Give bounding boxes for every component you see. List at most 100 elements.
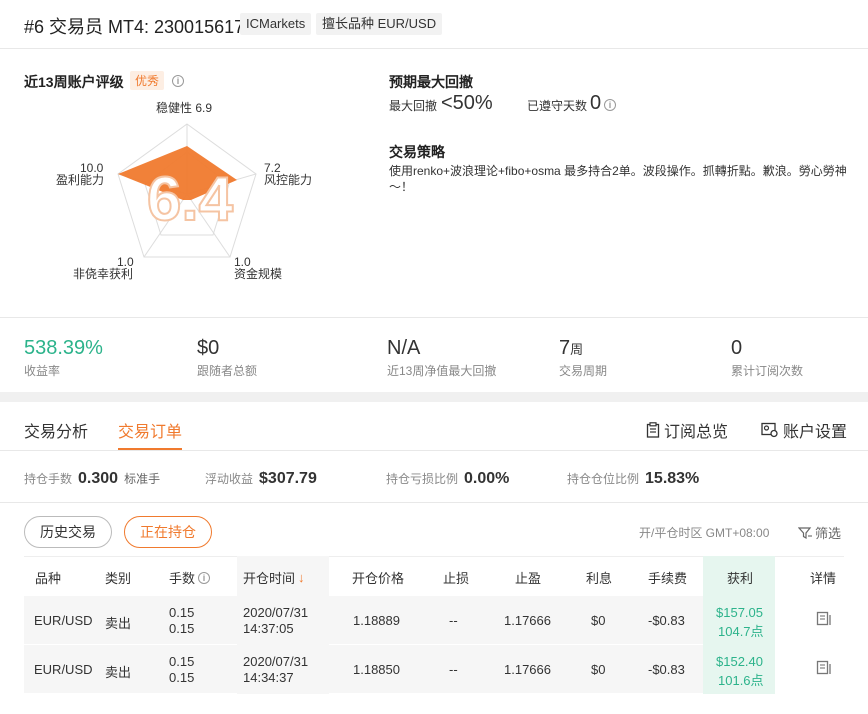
table-row[interactable]: EUR/USD 卖出 0.15 0.15 2020/07/31 14:34:37… bbox=[24, 645, 844, 693]
history-trades-button[interactable]: 历史交易 bbox=[24, 516, 112, 548]
days-label: 已遵守天数 bbox=[527, 99, 588, 113]
cell-points: 101.6点 bbox=[718, 673, 764, 688]
account-settings-icon bbox=[761, 422, 778, 438]
section-spacer bbox=[0, 392, 868, 402]
summary-float: 浮动收益 $307.79 bbox=[205, 470, 317, 488]
summary-lots: 持仓手数 0.300 标准手 bbox=[24, 470, 160, 488]
timezone-label[interactable]: 开/平仓时区 GMT+08:00 bbox=[639, 524, 769, 541]
max-drawdown-label: 最大回撤 bbox=[389, 99, 438, 113]
stat-return-value: 538.39% bbox=[24, 337, 103, 359]
cell-tp: 1.17666 bbox=[504, 662, 551, 677]
summary-divider bbox=[0, 502, 868, 503]
cell-date: 2020/07/31 bbox=[243, 654, 309, 669]
cell-tp: 1.17666 bbox=[504, 613, 551, 628]
cell-lots-secondary: 0.15 bbox=[169, 621, 195, 636]
open-positions-button[interactable]: 正在持仓 bbox=[124, 516, 212, 548]
col-lots[interactable]: 手数 i bbox=[169, 568, 211, 587]
filter-label: 筛选 bbox=[815, 526, 842, 541]
col-open-time[interactable]: 开仓时间 ↓ bbox=[243, 568, 305, 587]
drawdown-title: 预期最大回撤 bbox=[389, 74, 473, 90]
cell-symbol: EUR/USD bbox=[34, 662, 93, 677]
tab-orders[interactable]: 交易订单 bbox=[118, 418, 182, 442]
broker-tag: ICMarkets bbox=[240, 13, 312, 35]
rating-badge: 优秀 bbox=[130, 71, 165, 90]
stat-return-label: 收益率 bbox=[24, 364, 61, 378]
col-profit[interactable]: 获利 bbox=[727, 568, 753, 587]
col-tp[interactable]: 止盈 bbox=[515, 568, 541, 587]
axis-label-nonluck: 非侥幸获利 bbox=[73, 267, 134, 281]
detail-icon[interactable] bbox=[816, 660, 832, 676]
radar-score: 6.4 bbox=[147, 165, 234, 234]
col-swap[interactable]: 利息 bbox=[586, 568, 612, 587]
float-value: $307.79 bbox=[259, 470, 317, 487]
cell-fee: -$0.83 bbox=[648, 613, 685, 628]
stat-subscriptions-value: 0 bbox=[731, 337, 743, 359]
cell-type: 卖出 bbox=[105, 665, 132, 680]
col-open-time-label: 开仓时间 bbox=[243, 571, 296, 586]
lots-label: 持仓手数 bbox=[24, 472, 73, 486]
page-title: #6 交易员 MT4: 230015617 bbox=[24, 17, 245, 37]
cell-price: 1.18850 bbox=[353, 662, 400, 677]
position-value: 15.83% bbox=[645, 470, 700, 487]
col-detail: 详情 bbox=[810, 571, 837, 586]
tabs-divider bbox=[0, 450, 868, 451]
strategy-text: 使用renko+波浪理论+fibo+osma 最多持合2单。波段操作。抓轉折點。… bbox=[389, 164, 847, 194]
summary-loss: 持仓亏损比例 0.00% bbox=[386, 470, 509, 488]
cell-type: 卖出 bbox=[105, 616, 132, 631]
stat-followers-value: $0 bbox=[197, 337, 220, 359]
account-settings-label: 账户设置 bbox=[783, 424, 848, 441]
cell-symbol: EUR/USD bbox=[34, 613, 93, 628]
cell-lots: 0.15 bbox=[169, 654, 195, 669]
subscribe-overview-button[interactable]: 订阅总览 bbox=[646, 418, 728, 442]
detail-icon[interactable] bbox=[816, 611, 832, 627]
section-divider bbox=[0, 317, 868, 318]
axis-label-stability: 稳健性 6.9 bbox=[156, 101, 213, 115]
filter-icon bbox=[798, 526, 812, 539]
header-divider bbox=[0, 48, 868, 49]
cell-lots: 0.15 bbox=[169, 605, 195, 620]
col-type[interactable]: 类别 bbox=[105, 568, 131, 587]
col-sl[interactable]: 止损 bbox=[443, 568, 469, 587]
axis-label-profit: 盈利能力 bbox=[56, 173, 105, 187]
col-open-price[interactable]: 开仓价格 bbox=[352, 568, 404, 587]
cell-swap: $0 bbox=[591, 662, 606, 677]
cell-profit: $152.40 bbox=[716, 654, 763, 669]
specialty-tag: 擅长品种 EUR/USD bbox=[316, 13, 443, 35]
loss-label: 持仓亏损比例 bbox=[386, 472, 459, 486]
loss-value: 0.00% bbox=[464, 470, 510, 487]
days-value: 0 bbox=[590, 92, 602, 114]
table-row[interactable]: EUR/USD 卖出 0.15 0.15 2020/07/31 14:37:05… bbox=[24, 596, 844, 644]
rating-title: 近13周账户评级 bbox=[24, 74, 124, 90]
info-icon[interactable]: i bbox=[198, 571, 211, 584]
cell-time: 14:34:37 bbox=[243, 670, 294, 685]
position-label: 持仓仓位比例 bbox=[567, 472, 640, 486]
strategy-title: 交易策略 bbox=[389, 144, 445, 160]
cell-swap: $0 bbox=[591, 613, 606, 628]
cell-profit: $157.05 bbox=[716, 605, 763, 620]
cell-sl: -- bbox=[449, 613, 458, 628]
max-drawdown-value: <50% bbox=[441, 92, 493, 114]
cell-time: 14:37:05 bbox=[243, 621, 294, 636]
stat-period-unit: 周 bbox=[570, 342, 584, 357]
stat-period: 7周 bbox=[559, 337, 583, 360]
cell-points: 104.7点 bbox=[718, 624, 764, 639]
account-settings-button[interactable]: 账户设置 bbox=[761, 418, 847, 442]
radar-chart: 6.4 bbox=[117, 123, 257, 258]
axis-label-capital: 资金规模 bbox=[234, 267, 283, 281]
stat-followers-label: 跟随者总额 bbox=[197, 364, 258, 378]
sort-down-icon: ↓ bbox=[298, 570, 305, 585]
stat-drawdown-label: 近13周净值最大回撤 bbox=[387, 364, 497, 378]
subscribe-overview-label: 订阅总览 bbox=[664, 424, 729, 441]
cell-fee: -$0.83 bbox=[648, 662, 685, 677]
stat-subscriptions-label: 累计订阅次数 bbox=[731, 364, 804, 378]
stat-drawdown-value: N/A bbox=[387, 337, 421, 359]
info-icon[interactable]: i bbox=[172, 75, 184, 87]
summary-position: 持仓仓位比例 15.83% bbox=[567, 470, 699, 488]
info-icon[interactable]: i bbox=[604, 99, 616, 111]
col-fee[interactable]: 手续费 bbox=[648, 568, 687, 587]
tab-analysis[interactable]: 交易分析 bbox=[24, 418, 88, 442]
axis-label-risk: 风控能力 bbox=[264, 173, 313, 187]
col-lots-label: 手数 bbox=[169, 571, 196, 586]
filter-button[interactable]: 筛选 bbox=[798, 523, 841, 542]
col-symbol[interactable]: 品种 bbox=[35, 568, 61, 587]
